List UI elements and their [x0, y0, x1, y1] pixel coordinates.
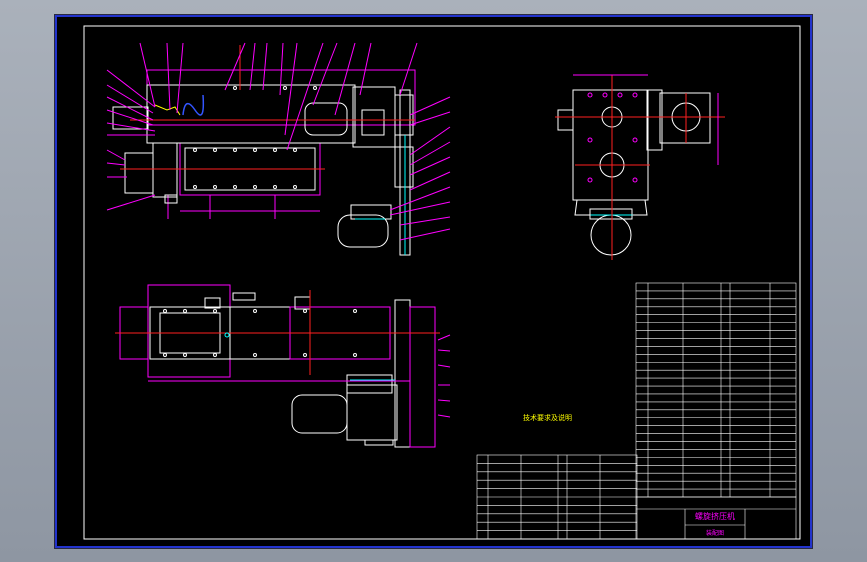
side-view	[555, 74, 725, 260]
drawing-frame: 技术要求及说明 螺旋挤压机 装配图	[55, 15, 812, 548]
parts-list-right	[635, 282, 797, 498]
cad-drawing: 技术要求及说明 螺旋挤压机 装配图	[55, 15, 812, 548]
top-view	[115, 284, 451, 448]
inner-border	[83, 25, 801, 540]
drawing-subtitle: 装配图	[706, 529, 724, 537]
technical-note: 技术要求及说明	[523, 413, 572, 422]
parts-list-left	[476, 454, 638, 540]
front-view	[106, 42, 451, 256]
drawing-title: 螺旋挤压机	[695, 511, 735, 521]
